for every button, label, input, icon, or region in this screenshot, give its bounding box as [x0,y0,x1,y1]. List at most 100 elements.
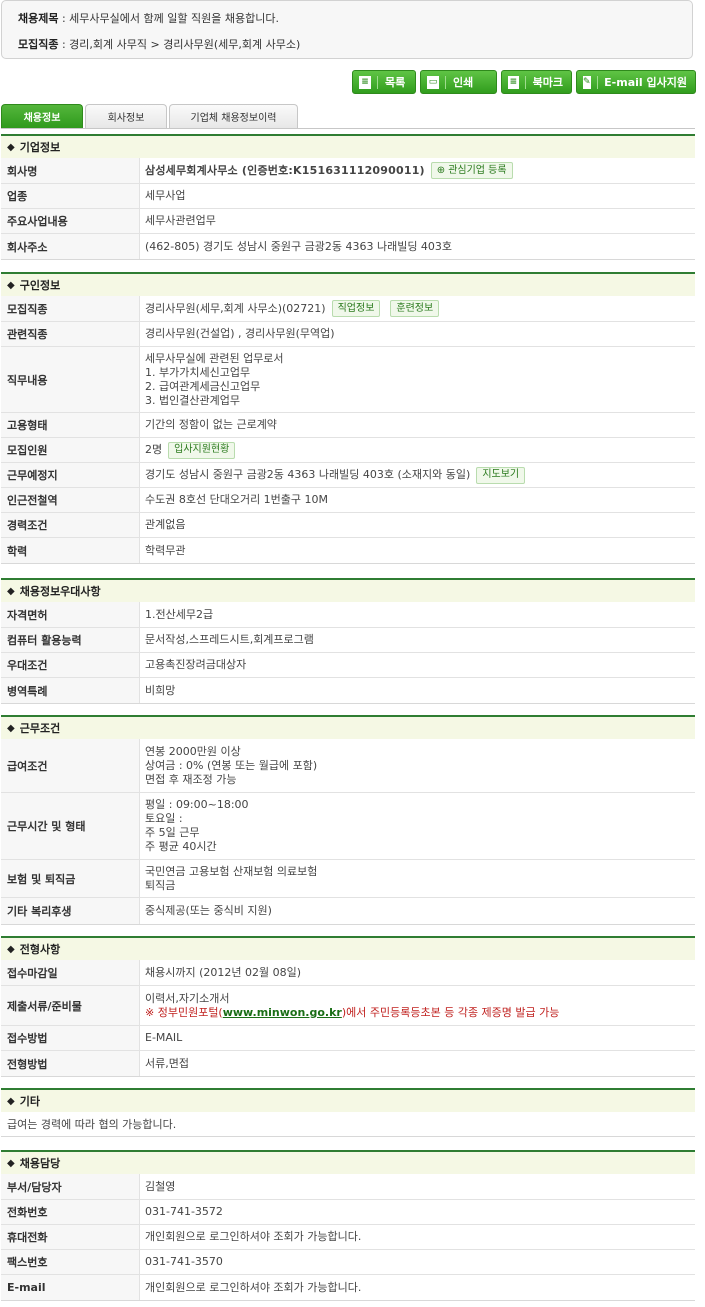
work-hours-row: 근무시간 및 형태 평일 : 09:00~18:00 토요일 : 주 5일 근무… [1,792,695,859]
recruit-count-value: 2명 [145,443,163,456]
application-status-button[interactable]: 입사지원현황 [168,441,236,459]
screening-docs-row: 제출서류/준비물 이력서,자기소개서 ※ 정부민원포털(www.minwon.g… [1,985,695,1025]
work-insurance-cell: 국민연금 고용보험 산재보험 의료보험 퇴직금 [140,860,695,897]
button-divider [524,75,526,89]
company-cert-value: (인증번호:K151631112090011) [241,163,425,177]
insurance-line: 국민연금 고용보험 산재보험 의료보험 [145,864,318,878]
recruit-related-value: 경리사무원(건설업) , 경리사무원(무역업) [145,327,335,340]
recruit-related-label: 관련직종 [1,322,140,346]
pref-prefer-row: 우대조건 고용촉진장려금대상자 [1,652,695,677]
bookmark-button[interactable]: ≡ 북마크 [501,70,572,94]
company-address-label: 회사주소 [1,234,140,259]
training-info-button[interactable]: 훈련정보 [390,300,440,317]
recruit-count-label: 모집인원 [1,438,140,462]
hours-line: 토요일 : [145,812,183,825]
work-section-header: ◆ 근무조건 [1,715,695,739]
summary-job-row: 모집직종 : 경리,회계 사무직 > 경리사무원(세무,회계 사무소) [18,36,300,52]
contact-phone-label: 전화번호 [1,1200,140,1224]
tab-job-info[interactable]: 채용정보 [1,104,83,128]
company-section-header: ◆ 기업정보 [1,134,695,158]
recruit-location-label: 근무예정지 [1,463,140,487]
diamond-icon: ◆ [7,943,15,955]
email-apply-button[interactable]: ✎ E-mail 입사지원 [576,70,696,94]
etc-section-body: 급여는 경력에 따라 협의 가능합니다. [1,1112,695,1137]
tab-job-history[interactable]: 기업체 채용정보이력 [169,104,298,128]
work-salary-label: 급여조건 [1,739,140,792]
print-button[interactable]: ▭ 인쇄 [420,70,497,94]
contact-dept-row: 부서/담당자 김철영 [1,1174,695,1199]
recruit-job-value: 경리사무원(세무,회계 사무소)(02721) [145,301,326,315]
printer-icon: ▭ [427,75,439,89]
recruit-duty-label: 직무내용 [1,347,140,412]
diamond-icon: ◆ [7,722,15,734]
work-welfare-value: 중식제공(또는 중식비 지원) [145,904,272,917]
recruit-subway-label: 인근전철역 [1,488,140,512]
company-industry-label: 업종 [1,184,140,208]
screening-deadline-label: 접수마감일 [1,960,140,985]
contact-mobile-label: 휴대전화 [1,1225,140,1249]
contact-fax-row: 팩스번호 031-741-3570 [1,1249,695,1274]
company-name-row: 회사명 삼성세무회계사무소 (인증번호:K151631112090011) ⊕ … [1,158,695,183]
minwon-notice: ※ 정부민원포털(www.minwon.go.kr)에서 주민등록등초본 등 각… [145,1006,695,1020]
work-welfare-row: 기타 복리후생 중식제공(또는 중식비 지원) [1,897,695,924]
contact-section: ◆ 채용담당 부서/담당자 김철영 전화번호 031-741-3572 휴대전화… [1,1150,695,1301]
screening-docs-label: 제출서류/준비물 [1,986,140,1025]
interest-company-button[interactable]: ⊕ 관심기업 등록 [430,162,513,179]
work-hours-cell: 평일 : 09:00~18:00 토요일 : 주 5일 근무 주 평균 40시간 [140,793,695,859]
summary-title-row: 채용제목 : 세무사무실에서 함께 일할 직원을 채용합니다. [18,10,279,26]
company-address-row: 회사주소 (462-805) 경기도 성남시 중원구 금광2동 4363 나래빌… [1,233,695,259]
recruit-count-cell: 2명 입사지원현황 [140,438,695,462]
contact-dept-label: 부서/담당자 [1,1174,140,1199]
company-business-row: 주요사업내용 세무사관련업무 [1,208,695,233]
company-name-inline: 삼성세무회계사무소 (인증번호:K151631112090011) ⊕ 관심기업… [145,162,695,179]
recruit-subway-value: 수도권 8호선 단대오거리 1번출구 10M [145,493,329,506]
summary-title-value: : 세무사무실에서 함께 일할 직원을 채용합니다. [61,12,279,25]
job-info-button[interactable]: 직업정보 [331,300,381,317]
bookmark-button-label: 북마크 [532,76,563,89]
pref-computer-label: 컴퓨터 활용능력 [1,628,140,652]
contact-phone-row: 전화번호 031-741-3572 [1,1199,695,1224]
pref-military-row: 병역특례 비희망 [1,677,695,703]
recruit-job-label: 모집직종 [1,296,140,321]
duty-line: 1. 부가가치세신고업무 [145,365,251,379]
pref-military-label: 병역특례 [1,678,140,703]
work-welfare-label: 기타 복리후생 [1,898,140,924]
salary-line: 면접 후 재조정 가능 [145,772,237,786]
work-section: ◆ 근무조건 급여조건 연봉 2000만원 이상 상여금 : 0% (연봉 또는… [1,715,695,925]
screening-process-row: 전형방법 서류,면접 [1,1050,695,1076]
screening-method-value: E-MAIL [145,1031,183,1044]
contact-email-row: E-mail 개인회원으로 로그인하셔야 조회가 가능합니다. [1,1274,695,1300]
etc-text: 급여는 경력에 따라 협의 가능합니다. [7,1118,177,1131]
recruit-edu-row: 학력 학력무관 [1,537,695,563]
screening-method-label: 접수방법 [1,1026,140,1050]
etc-section: ◆ 기타 급여는 경력에 따라 협의 가능합니다. [1,1088,695,1137]
contact-mobile-value: 개인회원으로 로그인하셔야 조회가 가능합니다. [145,1230,362,1243]
recruit-career-row: 경력조건 관계없음 [1,512,695,537]
recruit-section: ◆ 구인정보 모집직종 경리사무원(세무,회계 사무소)(02721) 직업정보… [1,272,695,564]
company-name-value: 삼성세무회계사무소 [145,163,238,177]
company-section-title: 기업정보 [19,141,61,154]
tab-underline [1,128,695,129]
recruit-location-cell: 경기도 성남시 중원구 금광2동 4363 나래빌딩 403호 (소재지와 동일… [140,463,695,487]
contact-phone-value: 031-741-3572 [145,1205,223,1218]
hours-line: 주 평균 40시간 [145,840,217,853]
recruit-job-cell: 경리사무원(세무,회계 사무소)(02721) 직업정보 훈련정보 [140,296,695,321]
recruit-career-value: 관계없음 [145,518,186,531]
salary-line: 상여금 : 0% (연봉 또는 월급에 포함) [145,758,318,772]
button-divider [377,75,378,89]
tab-company-info[interactable]: 회사정보 [85,104,167,128]
list-button[interactable]: ≡ 목록 [352,70,416,94]
view-map-button[interactable]: 지도보기 [476,466,526,484]
screening-process-label: 전형방법 [1,1051,140,1076]
screening-method-row: 접수방법 E-MAIL [1,1025,695,1050]
minwon-portal-link[interactable]: www.minwon.go.kr [223,1006,342,1019]
diamond-icon: ◆ [7,141,15,153]
screening-process-value: 서류,면접 [145,1056,189,1070]
recruit-location-row: 근무예정지 경기도 성남시 중원구 금광2동 4363 나래빌딩 403호 (소… [1,462,695,487]
preference-section-body: 자격면허 1.전산세무2급 컴퓨터 활용능력 문서작성,스프레드시트,회계프로그… [1,602,695,704]
notice-suffix: )에서 주민등록등초본 등 각종 제증명 발급 가능 [341,1005,560,1019]
screening-section: ◆ 전형사항 접수마감일 채용시까지 (2012년 02월 08일) 제출서류/… [1,936,695,1077]
pencil-icon: ✎ [583,75,591,89]
screening-section-header: ◆ 전형사항 [1,936,695,960]
tab-bar: 채용정보 회사정보 기업체 채용정보이력 [1,104,298,128]
